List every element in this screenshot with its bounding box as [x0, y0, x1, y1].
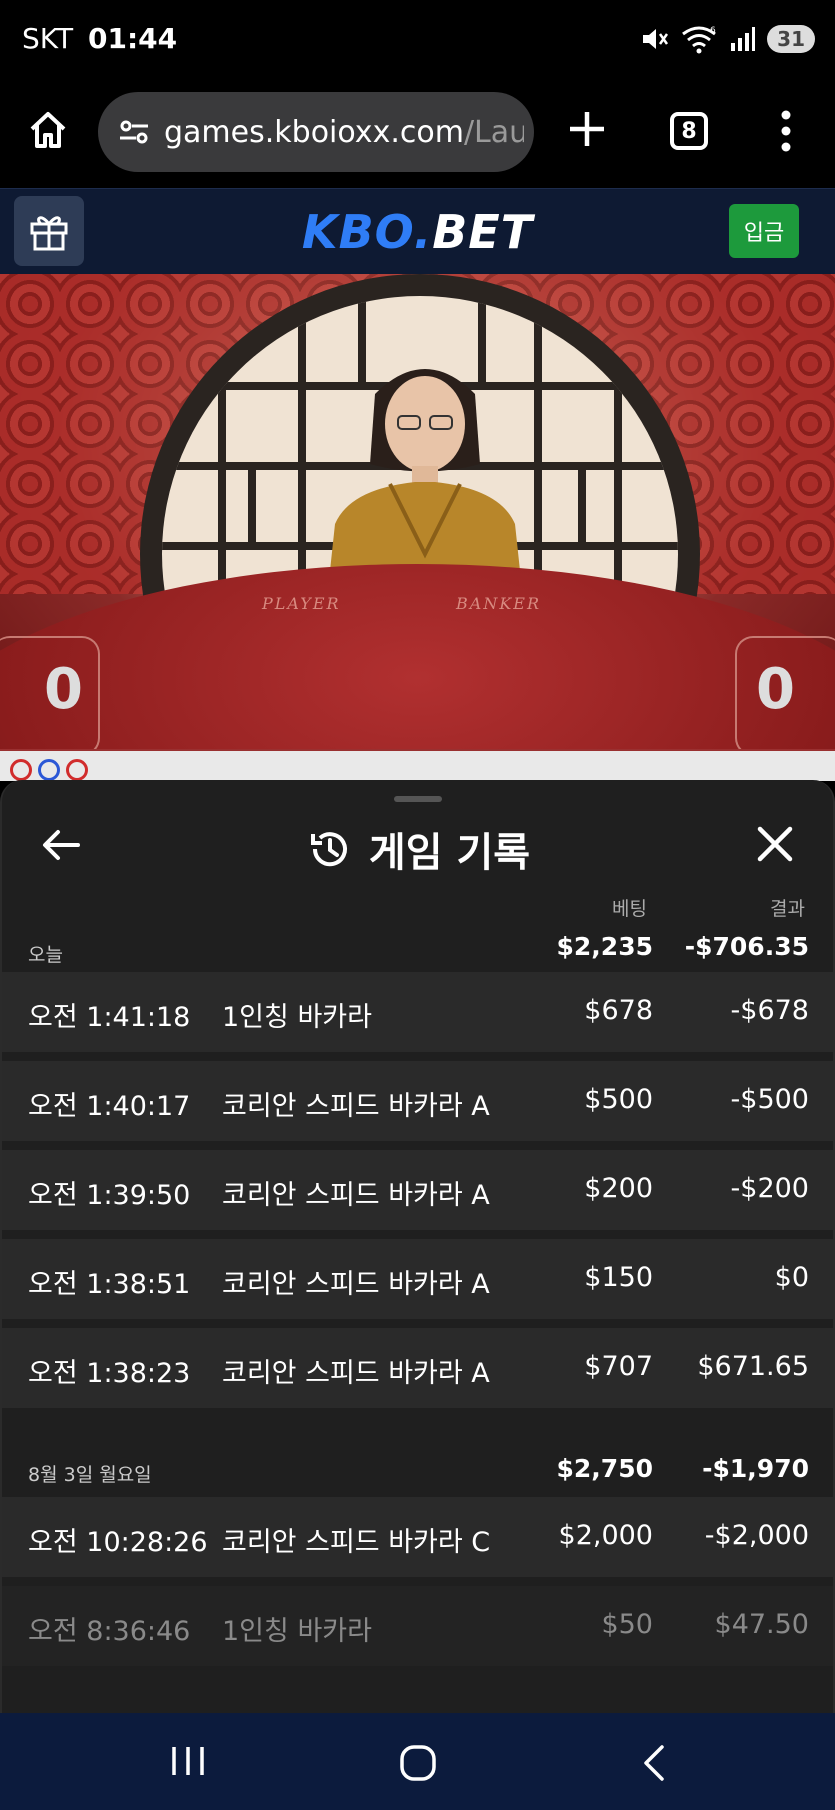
row-game: 코리안 스피드 바카라 A [222, 1358, 490, 1389]
history-row[interactable]: 오전 1:40:17 코리안 스피드 바카라 A $500 -$500 [2, 1061, 833, 1141]
row-game: 코리안 스피드 바카라 A [222, 1091, 490, 1122]
group-total-result: -$706.35 [684, 932, 809, 961]
row-result: -$200 [730, 1173, 809, 1204]
banker-label: BANKER [456, 594, 541, 613]
history-icon [310, 832, 347, 867]
status-icons: 6 31 [639, 24, 815, 54]
date-group-header: 8월 3일 월요일 $2,750 -$1,970 [2, 1442, 833, 1502]
deposit-button[interactable]: 입금 [729, 204, 799, 258]
live-video[interactable]: PLAYER BANKER 0 0 [0, 274, 835, 749]
game-history-sheet: 게임 기록 베팅 결과 오늘 $2,235 -$706.35 오전 1:41:1… [0, 780, 835, 1713]
system-nav-bar [0, 1713, 835, 1810]
road-banker-dot [10, 759, 32, 781]
row-time: 오전 10:28:26 [28, 1527, 208, 1558]
group-date: 오늘 [28, 944, 63, 966]
row-result: -$2,000 [704, 1520, 809, 1551]
row-bet: $50 [601, 1609, 653, 1640]
site-header: KBO.BET 입금 [0, 188, 835, 274]
browser-toolbar: games.kboioxx.com/Launc 8 [0, 80, 835, 188]
tab-switcher-button[interactable]: 8 [670, 112, 708, 150]
row-time: 오전 1:38:51 [28, 1269, 191, 1300]
player-label: PLAYER [262, 594, 341, 613]
group-date: 8월 3일 월요일 [28, 1464, 152, 1486]
player-score: 0 [44, 657, 83, 722]
row-bet: $678 [584, 995, 653, 1026]
date-group-header: 오늘 $2,235 -$706.35 [2, 920, 833, 980]
home-icon[interactable] [28, 110, 68, 150]
road-player-dot [38, 759, 60, 781]
row-game: 1인칭 바카라 [222, 1616, 372, 1647]
recent-apps-icon[interactable] [168, 1743, 208, 1779]
roadmap[interactable] [0, 749, 835, 781]
row-game: 코리안 스피드 바카라 C [222, 1527, 491, 1558]
history-row[interactable]: 오전 1:41:18 1인칭 바카라 $678 -$678 [2, 972, 833, 1052]
site-logo[interactable]: KBO.BET [0, 205, 835, 259]
url-host: games.kboioxx.com [164, 114, 464, 150]
mute-icon [643, 29, 669, 49]
row-time: 오전 1:38:23 [28, 1358, 191, 1389]
row-time: 오전 1:41:18 [28, 1002, 191, 1033]
row-result: -$500 [730, 1084, 809, 1115]
row-result: $47.50 [714, 1609, 809, 1640]
row-result: -$678 [730, 995, 809, 1026]
row-bet: $200 [584, 1173, 653, 1204]
signal-icon [731, 27, 756, 51]
wifi-badge: 6 [710, 26, 716, 36]
sheet-title: 게임 기록 [2, 820, 833, 878]
history-row[interactable]: 오전 1:38:23 코리안 스피드 바카라 A $707 $671.65 [2, 1328, 833, 1408]
row-game: 코리안 스피드 바카라 A [222, 1180, 490, 1211]
site-settings-icon[interactable] [116, 114, 152, 150]
new-tab-icon[interactable] [566, 108, 608, 150]
wifi-icon: 6 [682, 26, 716, 54]
column-header-bet: 베팅 [612, 898, 647, 920]
home-nav-icon[interactable] [398, 1743, 438, 1783]
row-time: 오전 8:36:46 [28, 1616, 191, 1647]
history-row[interactable]: 오전 1:39:50 코리안 스피드 바카라 A $200 -$200 [2, 1150, 833, 1230]
group-total-bet: $2,750 [556, 1454, 653, 1483]
row-time: 오전 1:40:17 [28, 1091, 191, 1122]
clock: 01:44 [87, 22, 178, 55]
history-row[interactable]: 오전 10:28:26 코리안 스피드 바카라 C $2,000 -$2,000 [2, 1497, 833, 1577]
banker-score: 0 [756, 657, 795, 722]
address-bar[interactable]: games.kboioxx.com/Launc [98, 92, 534, 172]
row-bet: $500 [584, 1084, 653, 1115]
close-icon[interactable] [755, 824, 795, 864]
battery-level: 31 [767, 25, 815, 53]
row-time: 오전 1:39:50 [28, 1180, 191, 1211]
status-left: SKT 01:44 [22, 22, 177, 55]
history-row[interactable]: 오전 1:38:51 코리안 스피드 바카라 A $150 $0 [2, 1239, 833, 1319]
row-bet: $707 [584, 1351, 653, 1382]
carrier-label: SKT [22, 22, 74, 55]
logo-bet: BET [432, 205, 534, 259]
back-nav-icon[interactable] [636, 1743, 672, 1783]
row-bet: $2,000 [558, 1520, 653, 1551]
road-banker-dot [66, 759, 88, 781]
logo-kbo: KBO. [301, 205, 433, 259]
row-result: $0 [774, 1262, 809, 1293]
group-total-result: -$1,970 [702, 1454, 809, 1483]
more-menu-icon[interactable] [776, 110, 796, 152]
title-text: 게임 기록 [368, 830, 531, 876]
row-bet: $150 [584, 1262, 653, 1293]
group-total-bet: $2,235 [556, 932, 653, 961]
row-result: $671.65 [697, 1351, 809, 1382]
row-game: 코리안 스피드 바카라 A [222, 1269, 490, 1300]
url-path: /Launc [463, 114, 524, 150]
status-bar: SKT 01:44 6 31 [0, 0, 835, 80]
url-text: games.kboioxx.com/Launc [164, 115, 524, 150]
column-header-result: 결과 [770, 898, 805, 920]
row-game: 1인칭 바카라 [222, 1002, 372, 1033]
history-row[interactable]: 오전 8:36:46 1인칭 바카라 $50 $47.50 [2, 1586, 833, 1666]
sheet-drag-handle[interactable] [394, 796, 442, 802]
